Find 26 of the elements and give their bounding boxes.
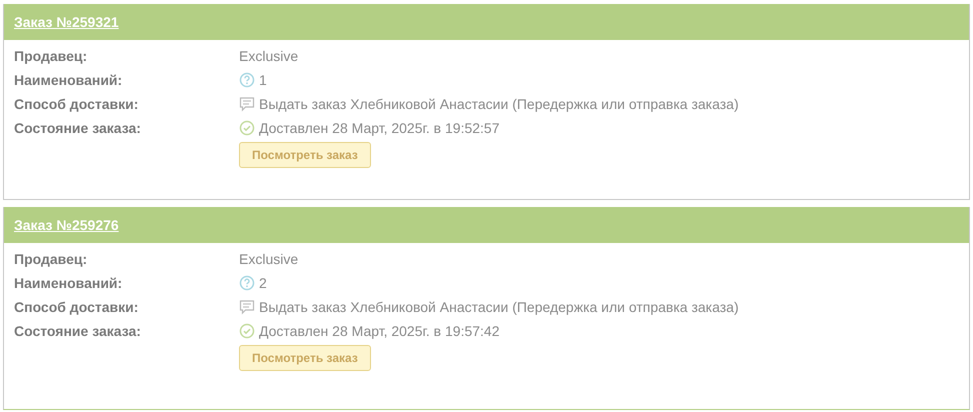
- field-value: Доставлен 28 Март, 2025г. в 19:57:42: [259, 323, 500, 339]
- field-value: Выдать заказ Хлебниковой Анастасии (Передержка или отправка заказа): [259, 299, 739, 315]
- field-label: Способ доставки:: [14, 96, 140, 112]
- comment-icon: [239, 299, 255, 315]
- field-value: Выдать заказ Хлебниковой Анастасии (Передержка или отправка заказа): [259, 96, 739, 112]
- order-link[interactable]: Заказ №259276: [14, 217, 119, 233]
- field-label: Способ доставки:: [14, 299, 140, 315]
- order-link[interactable]: Заказ №259321: [14, 14, 119, 30]
- field-label: Состояние заказа:: [14, 323, 142, 339]
- field-label: Продавец:: [14, 48, 88, 64]
- help-icon: [239, 275, 255, 291]
- field-label: Состояние заказа:: [14, 120, 142, 136]
- comment-icon: [239, 96, 255, 112]
- field-value: 1: [259, 72, 267, 88]
- field-label: Наименований:: [14, 72, 124, 88]
- check-circle-icon: [239, 323, 255, 339]
- help-icon: [239, 72, 255, 88]
- field-value: 2: [259, 275, 267, 291]
- view-order-button[interactable]: Посмотреть заказ: [239, 345, 371, 371]
- view-order-button[interactable]: Посмотреть заказ: [239, 142, 371, 168]
- check-circle-icon: [239, 120, 255, 136]
- field-value: Exclusive: [239, 48, 298, 64]
- field-label: Наименований:: [14, 275, 124, 291]
- field-value: Exclusive: [239, 251, 298, 267]
- field-label: Продавец:: [14, 251, 88, 267]
- field-value: Доставлен 28 Март, 2025г. в 19:52:57: [259, 120, 500, 136]
